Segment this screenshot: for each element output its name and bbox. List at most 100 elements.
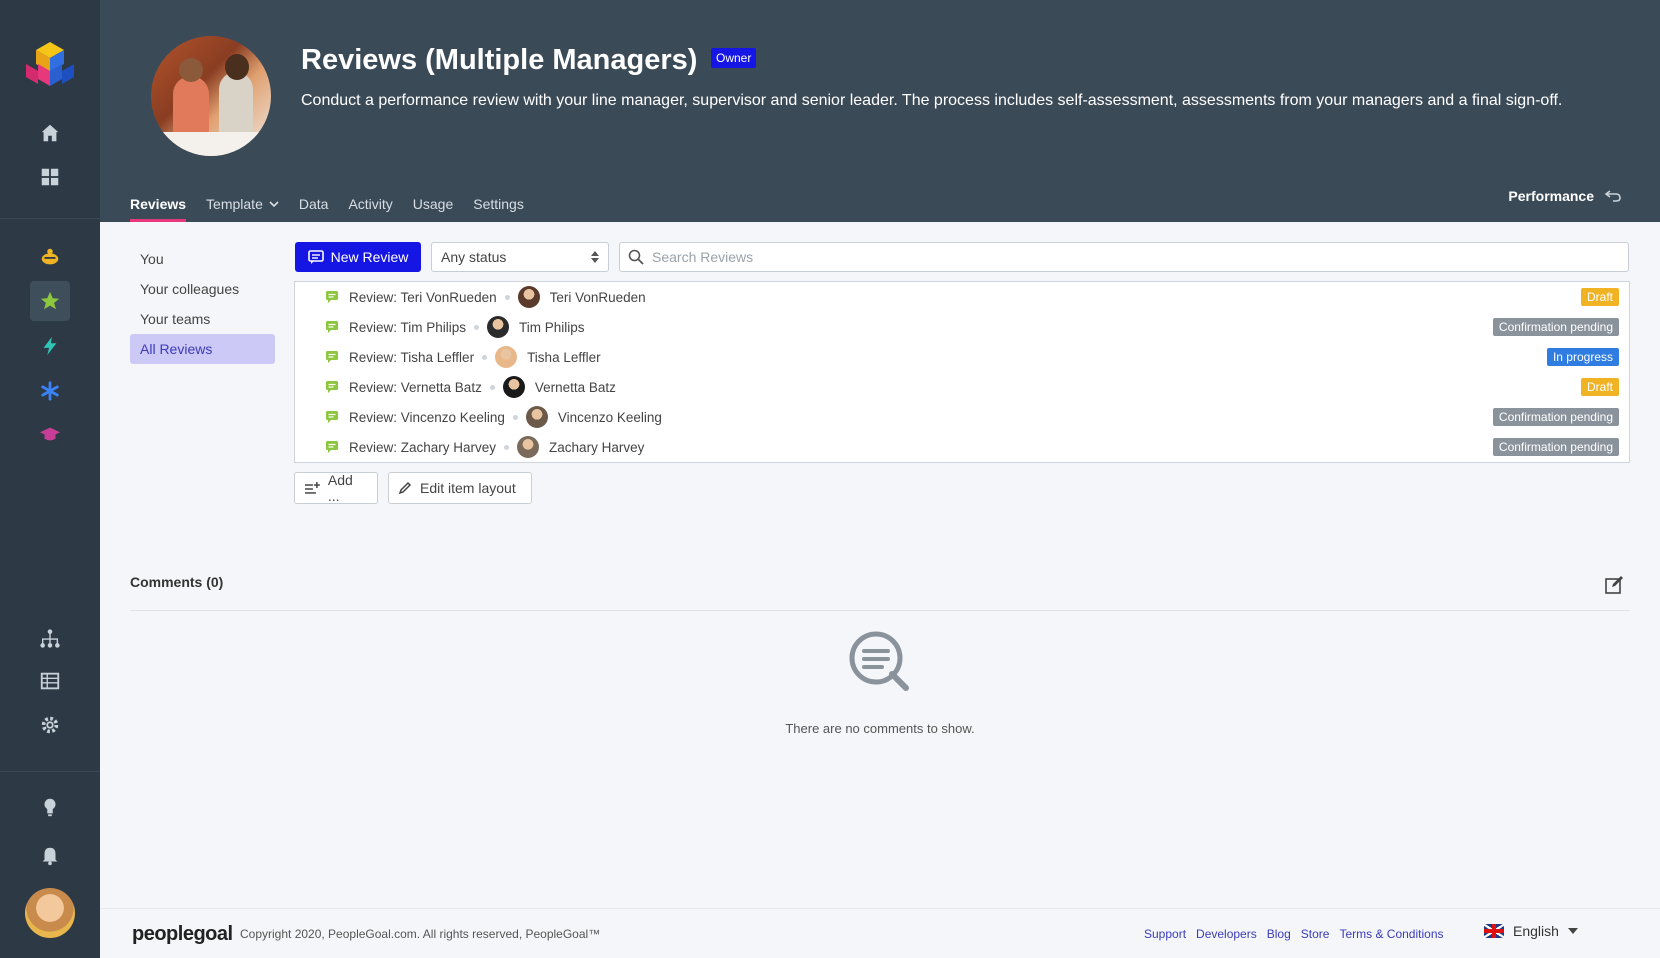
page-header: Reviews (Multiple Managers) Owner Conduc… <box>100 0 1660 222</box>
star-icon[interactable] <box>30 281 70 321</box>
subnav-item-colleagues[interactable]: Your colleagues <box>130 274 275 304</box>
reviewee-name: Vincenzo Keeling <box>557 409 662 425</box>
sidebar-divider <box>0 771 100 772</box>
review-title[interactable]: Review: Zachary Harvey <box>349 440 496 455</box>
language-selector[interactable]: English <box>1484 923 1578 939</box>
review-comment-icon <box>326 411 338 423</box>
avatar <box>495 346 518 368</box>
review-filter-nav: You Your colleagues Your teams All Revie… <box>130 244 275 364</box>
review-row[interactable]: Review: Tisha Leffler Tisha Leffler In pro… <box>295 342 1629 372</box>
tab-usage[interactable]: Usage <box>413 186 453 222</box>
review-title[interactable]: Review: Teri VonRueden <box>349 290 497 305</box>
sidebar-divider <box>0 218 100 219</box>
reviewee-name: Tisha Leffler <box>527 349 601 365</box>
template-image <box>151 36 271 156</box>
comment-icon <box>307 250 324 264</box>
page-description: Conduct a performance review with your l… <box>301 92 1563 109</box>
sidebar <box>0 0 100 958</box>
review-comment-icon <box>326 441 338 453</box>
review-comment-icon <box>326 291 338 303</box>
status-filter-select[interactable]: Any status <box>431 242 609 272</box>
uk-flag-icon <box>1484 924 1504 938</box>
gear-icon[interactable] <box>30 705 70 745</box>
review-title[interactable]: Review: Vincenzo Keeling <box>349 410 505 425</box>
edit-comment-icon[interactable] <box>1604 575 1624 595</box>
performance-link[interactable]: Performance <box>1508 186 1622 206</box>
bolt-icon[interactable] <box>30 326 70 366</box>
avatar <box>525 406 548 428</box>
subnav-item-you[interactable]: You <box>130 244 275 274</box>
review-row[interactable]: Review: Vincenzo Keeling Vincenzo Keeling… <box>295 402 1629 432</box>
asterisk-icon[interactable] <box>30 371 70 411</box>
page-title: Reviews (Multiple Managers) <box>301 44 698 76</box>
org-chart-icon[interactable] <box>30 619 70 659</box>
tab-bar: Reviews Template Data Activity Usage Set… <box>130 186 544 222</box>
separator-dot <box>489 384 495 390</box>
status-badge: In progress <box>1546 348 1619 366</box>
home-icon[interactable] <box>30 113 70 153</box>
avatar <box>517 286 540 308</box>
search-box[interactable] <box>619 242 1629 272</box>
apps-grid-icon[interactable] <box>30 157 70 197</box>
separator-dot <box>504 294 510 300</box>
subnav-item-teams[interactable]: Your teams <box>130 304 275 334</box>
avatar <box>487 316 510 338</box>
pencil-icon <box>398 481 412 495</box>
search-icon <box>628 249 644 265</box>
bee-icon[interactable] <box>30 237 70 277</box>
add-item-button[interactable]: Add ... <box>294 472 378 504</box>
footer-logo[interactable]: peoplegoal <box>132 923 233 946</box>
back-arrow-icon <box>1604 190 1621 202</box>
search-comments-icon <box>849 631 909 691</box>
bell-icon[interactable] <box>30 836 70 876</box>
footer-link-store[interactable]: Store <box>1301 927 1330 941</box>
status-badge: Confirmation pending <box>1492 438 1619 456</box>
copyright-text: Copyright 2020, PeopleGoal.com. All righ… <box>240 927 601 941</box>
reviewee-name: Vernetta Batz <box>534 379 616 395</box>
footer-link-support[interactable]: Support <box>1144 927 1186 941</box>
review-row[interactable]: Review: Vernetta Batz Vernetta Batz Draft <box>295 372 1629 402</box>
avatar <box>502 376 525 398</box>
review-comment-icon <box>326 351 338 363</box>
review-title[interactable]: Review: Tim Philips <box>349 320 466 335</box>
owner-badge: Owner <box>711 48 757 68</box>
graduation-cap-icon[interactable] <box>30 415 70 455</box>
empty-comments-text: There are no comments to show. <box>785 721 975 736</box>
footer-link-blog[interactable]: Blog <box>1267 927 1291 941</box>
status-badge: Confirmation pending <box>1492 318 1619 336</box>
footer-link-developers[interactable]: Developers <box>1196 927 1257 941</box>
new-review-button[interactable]: New Review <box>295 242 421 272</box>
tab-activity[interactable]: Activity <box>348 186 392 222</box>
logo-icon[interactable] <box>24 40 76 92</box>
status-badge: Confirmation pending <box>1492 408 1619 426</box>
tab-template[interactable]: Template <box>206 186 279 222</box>
review-row[interactable]: Review: Tim Philips Tim Philips Confirmati… <box>295 312 1629 342</box>
review-row[interactable]: Review: Zachary Harvey Zachary Harvey Conf… <box>295 432 1629 462</box>
search-input[interactable] <box>652 249 1620 265</box>
review-title[interactable]: Review: Vernetta Batz <box>349 380 482 395</box>
table-icon[interactable] <box>30 661 70 701</box>
lightbulb-icon[interactable] <box>30 787 70 827</box>
tab-data[interactable]: Data <box>299 186 329 222</box>
subnav-item-all-reviews[interactable]: All Reviews <box>130 334 275 364</box>
tab-settings[interactable]: Settings <box>473 186 524 222</box>
footer-link-terms[interactable]: Terms & Conditions <box>1339 927 1443 941</box>
separator-dot <box>474 324 480 330</box>
edit-item-layout-button[interactable]: Edit item layout <box>388 472 532 504</box>
tab-reviews[interactable]: Reviews <box>130 186 187 222</box>
separator-dot <box>482 354 488 360</box>
caret-down-icon <box>1567 928 1578 934</box>
footer-links: Support Developers Blog Store Terms & Co… <box>1144 927 1444 941</box>
reviewee-name: Zachary Harvey <box>549 439 645 455</box>
avatar[interactable] <box>25 888 75 938</box>
review-row[interactable]: Review: Teri VonRueden Teri VonRueden Draf… <box>295 282 1629 312</box>
status-badge: Draft <box>1580 378 1619 396</box>
reviewee-name: Teri VonRueden <box>549 289 646 305</box>
avatar <box>517 436 540 458</box>
reviewee-name: Tim Philips <box>519 319 585 335</box>
review-comment-icon <box>326 381 338 393</box>
status-badge: Draft <box>1580 288 1619 306</box>
chevron-down-icon <box>269 201 279 208</box>
review-title[interactable]: Review: Tisha Leffler <box>349 350 474 365</box>
add-list-icon <box>304 482 320 494</box>
